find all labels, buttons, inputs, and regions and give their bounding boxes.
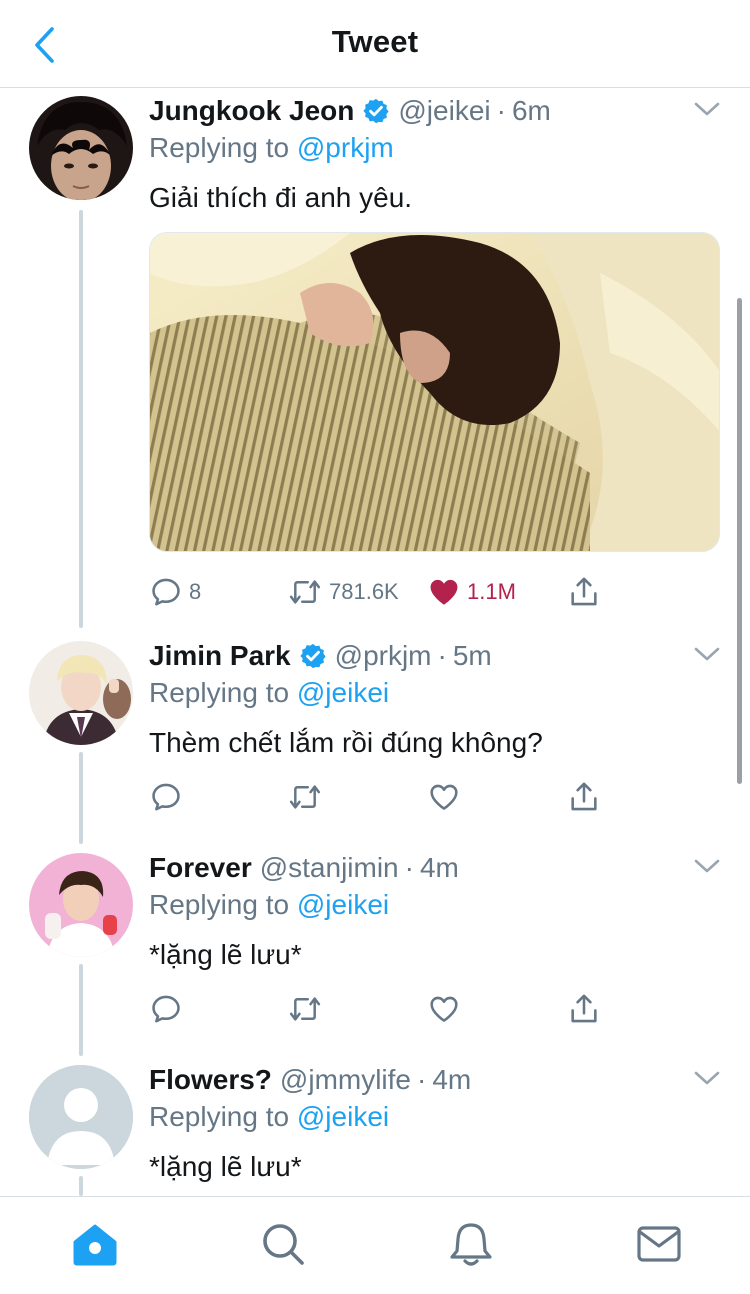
avatar[interactable] [29,853,133,957]
tweet[interactable]: Flowers? @jmmylife · 4m Replying to @jei… [0,1061,750,1196]
scrollbar[interactable] [737,298,742,784]
share-button[interactable] [567,777,601,817]
reply-button[interactable] [149,989,183,1029]
display-name[interactable]: Flowers? [149,1064,272,1096]
mention-link[interactable]: @prkjm [297,132,394,163]
replying-label: Replying to [149,132,297,163]
reply-count: 8 [189,579,202,604]
tweet-header: Flowers? @jmmylife · 4m [149,1061,722,1099]
handle[interactable]: @jeikei [398,95,490,127]
timestamp[interactable]: 6m [512,95,551,127]
handle[interactable]: @prkjm [335,640,432,672]
timestamp[interactable]: 4m [432,1064,471,1096]
timestamp[interactable]: 4m [420,852,459,884]
chevron-down-icon [694,859,720,873]
share-button[interactable] [567,989,601,1029]
bottom-tab-bar [0,1196,750,1294]
share-icon [571,782,597,811]
verified-badge-icon [299,642,327,670]
retweet-icon [289,785,321,809]
top-bar: Tweet [0,0,750,88]
notifications-icon [450,1223,492,1266]
tab-search[interactable] [258,1219,308,1269]
separator-dot: · [417,1064,427,1095]
tweet[interactable]: Jungkook Jeon @jeikei · 6m Replying to @… [0,92,750,632]
tweet-actions: 8 781.6K 1.1M [149,572,722,612]
heart-filled-icon [430,579,458,605]
separator-dot: · [404,852,414,883]
tab-home[interactable] [70,1219,120,1269]
page-title: Tweet [331,24,419,59]
default-profile-icon [29,1065,133,1169]
handle[interactable]: @jmmylife [280,1064,411,1096]
display-name[interactable]: Forever [149,852,252,884]
timestamp[interactable]: 5m [453,640,492,672]
replying-to: Replying to @jeikei [149,677,722,715]
heart-icon [430,784,458,810]
tweet-header: Jimin Park @prkjm · 5m [149,637,722,675]
chevron-down-icon [694,102,720,116]
tweet-text: *lặng lẽ lưu* [149,1151,302,1182]
reply-icon [152,995,180,1023]
tweet-actions [149,989,722,1029]
mention-link[interactable]: @jeikei [297,889,389,920]
like-button[interactable] [427,777,461,817]
replying-label: Replying to [149,1101,297,1132]
like-button[interactable]: 1.1M [427,572,516,612]
tweet-menu-button[interactable] [692,851,722,881]
retweet-count: 781.6K [329,579,399,604]
display-name[interactable]: Jungkook Jeon [149,95,354,127]
reply-button[interactable] [149,777,183,817]
share-icon [571,577,597,606]
tweet-header: Jungkook Jeon @jeikei · 6m [149,92,722,130]
retweet-button[interactable] [287,989,323,1029]
retweet-button[interactable] [287,777,323,817]
display-name[interactable]: Jimin Park [149,640,291,672]
search-icon [263,1224,304,1265]
tweet-text: Giải thích đi anh yêu. [149,182,413,213]
retweet-button[interactable]: 781.6K [287,572,399,612]
tweet[interactable]: Jimin Park @prkjm · 5m Replying to @jeik… [0,637,750,837]
reply-button[interactable]: 8 [149,572,201,612]
replying-to: Replying to @prkjm [149,132,722,170]
tweet-text: *lặng lẽ lưu* [149,939,302,970]
retweet-icon [289,997,321,1021]
separator-dot: · [437,640,447,671]
retweet-icon [289,580,321,604]
verified-badge-icon [362,97,390,125]
replying-label: Replying to [149,677,297,708]
share-button[interactable] [567,572,601,612]
chevron-down-icon [694,647,720,661]
tweet-menu-button[interactable] [692,639,722,669]
tweet-menu-button[interactable] [692,94,722,124]
like-button[interactable] [427,989,461,1029]
tweet-photo[interactable] [149,232,720,552]
handle[interactable]: @stanjimin [260,852,399,884]
tweet-header: Forever @stanjimin · 4m [149,849,722,887]
home-icon [73,1224,117,1266]
tab-messages[interactable] [634,1219,684,1269]
replying-to: Replying to @jeikei [149,889,722,927]
avatar[interactable] [29,96,133,200]
mention-link[interactable]: @jeikei [297,1101,389,1132]
chevron-down-icon [694,1071,720,1085]
default-avatar[interactable] [29,1065,133,1169]
separator-dot: · [496,95,506,126]
replying-to: Replying to @jeikei [149,1101,722,1139]
replying-label: Replying to [149,889,297,920]
tab-notifications[interactable] [446,1219,496,1269]
mention-link[interactable]: @jeikei [297,677,389,708]
tweet-menu-button[interactable] [692,1063,722,1093]
messages-icon [637,1226,681,1262]
tweet-actions [149,777,722,817]
reply-icon [152,783,180,811]
reply-icon [152,578,180,606]
avatar[interactable] [29,641,133,745]
tweet[interactable]: Forever @stanjimin · 4m Replying to @jei… [0,849,750,1049]
share-icon [571,994,597,1023]
like-count: 1.1M [467,579,516,604]
tweet-text: Thèm chết lắm rồi đúng không? [149,727,543,758]
heart-icon [430,996,458,1022]
